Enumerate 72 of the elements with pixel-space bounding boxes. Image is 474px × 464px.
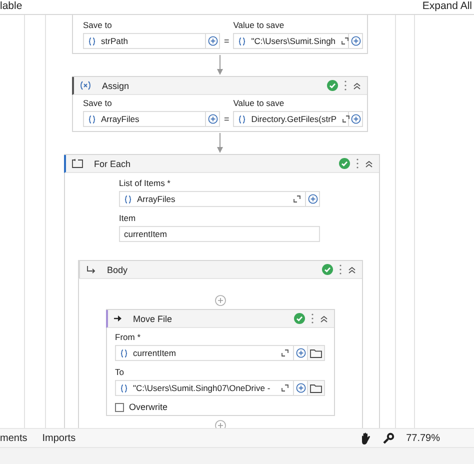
expand-icon[interactable] bbox=[281, 349, 289, 357]
field-label: Save to bbox=[83, 98, 113, 108]
field-label: Value to save bbox=[233, 20, 286, 30]
browse-button[interactable] bbox=[308, 345, 325, 361]
connector-arrow bbox=[216, 55, 224, 75]
more-icon[interactable] bbox=[339, 264, 342, 275]
plus-icon[interactable] bbox=[208, 36, 218, 46]
connector-arrow bbox=[216, 133, 224, 153]
collapse-icon[interactable] bbox=[348, 266, 356, 274]
input-field[interactable]: strPath bbox=[83, 33, 206, 49]
braces-icon bbox=[120, 384, 128, 392]
braces-icon bbox=[124, 194, 132, 204]
input-field[interactable]: "C:\Users\Sumit.Singh bbox=[233, 33, 350, 49]
variable-icon bbox=[80, 81, 91, 90]
field-label: Value to save bbox=[233, 98, 286, 108]
folder-icon bbox=[310, 384, 322, 392]
activity-title: Move File bbox=[133, 314, 172, 324]
collapse-icon[interactable] bbox=[365, 160, 373, 168]
expand-all-link[interactable]: Expand All bbox=[422, 0, 474, 12]
expand-icon[interactable] bbox=[342, 115, 350, 123]
collapse-icon[interactable] bbox=[320, 314, 328, 322]
loop-icon bbox=[72, 159, 83, 168]
checkbox[interactable] bbox=[115, 402, 124, 412]
more-icon[interactable] bbox=[311, 313, 314, 324]
expand-icon[interactable] bbox=[340, 37, 349, 45]
check-icon bbox=[327, 80, 338, 91]
arrow-right-icon bbox=[114, 315, 122, 322]
expand-icon[interactable] bbox=[293, 195, 301, 203]
panel-tab[interactable]: ments bbox=[0, 432, 28, 444]
folder-icon bbox=[310, 348, 322, 358]
equals-sign: = bbox=[224, 36, 230, 48]
plus-icon[interactable] bbox=[350, 36, 361, 46]
check-icon bbox=[294, 313, 305, 324]
checkbox-label: Overwrite bbox=[129, 402, 168, 412]
field-label: Save to bbox=[83, 20, 113, 30]
plus-icon[interactable] bbox=[296, 348, 306, 358]
field-label: To bbox=[115, 367, 125, 377]
braces-icon bbox=[120, 348, 128, 358]
check-icon bbox=[339, 158, 350, 169]
collapse-icon[interactable] bbox=[353, 82, 361, 90]
panel-label: lable bbox=[0, 0, 22, 12]
more-icon[interactable] bbox=[344, 80, 347, 91]
more-icon[interactable] bbox=[356, 158, 359, 169]
field-label: From * bbox=[115, 332, 142, 342]
plus-icon[interactable] bbox=[308, 194, 318, 204]
input-field[interactable]: currentItem bbox=[119, 226, 320, 242]
input-field[interactable]: Directory.GetFiles(strP bbox=[233, 111, 350, 127]
braces-icon bbox=[238, 36, 246, 46]
hand-icon[interactable] bbox=[360, 432, 372, 444]
panel-tab[interactable]: Imports bbox=[42, 432, 76, 444]
braces-icon bbox=[88, 36, 96, 46]
branch-icon bbox=[86, 266, 96, 274]
zoom-level: 77.79% bbox=[406, 432, 440, 444]
plus-icon[interactable] bbox=[350, 114, 361, 124]
plus-icon[interactable] bbox=[296, 383, 306, 393]
input-field[interactable]: ArrayFiles bbox=[83, 111, 206, 127]
field-label: List of Items * bbox=[119, 178, 172, 188]
browse-button[interactable] bbox=[308, 380, 325, 396]
equals-sign: = bbox=[224, 114, 230, 126]
expand-icon[interactable] bbox=[281, 384, 289, 392]
input-field[interactable]: ArrayFiles bbox=[119, 191, 306, 207]
input-field[interactable]: currentItem bbox=[115, 345, 294, 361]
activity-title: For Each bbox=[94, 158, 131, 168]
input-field[interactable]: "C:\Users\Sumit.Singh07\OneDrive - bbox=[115, 380, 294, 396]
check-icon bbox=[322, 264, 333, 275]
braces-icon bbox=[238, 114, 246, 124]
activity-title: Body bbox=[107, 264, 128, 274]
field-label: Item bbox=[119, 213, 137, 223]
search-icon[interactable] bbox=[383, 432, 396, 444]
plus-icon[interactable] bbox=[208, 114, 218, 124]
braces-icon bbox=[88, 114, 96, 124]
activity-title: Assign bbox=[102, 80, 130, 90]
